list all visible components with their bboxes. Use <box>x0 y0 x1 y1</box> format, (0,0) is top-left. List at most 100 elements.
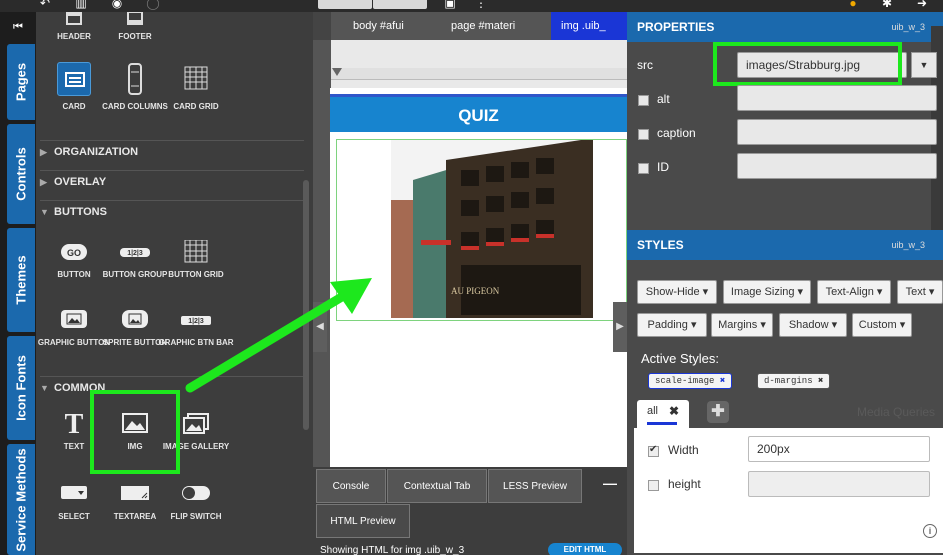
tab-themes[interactable]: Themes <box>7 228 35 332</box>
photo-sign-text: AU PIGEON <box>451 286 500 296</box>
media-tab-all-label: all <box>647 405 659 417</box>
widget-footer[interactable]: FOOTER <box>97 12 173 44</box>
breadcrumb-img[interactable]: img .uib_ <box>551 12 627 40</box>
show-hide-button[interactable]: Show-Hide ▾ <box>637 280 717 304</box>
play-icon[interactable]: ◉ <box>110 0 124 10</box>
add-media-query-icon[interactable]: ✚ <box>707 401 729 423</box>
stop-icon[interactable]: ◯ <box>146 0 160 10</box>
textarea-icon <box>120 482 150 506</box>
section-overlay[interactable]: ▶ OVERLAY <box>40 170 304 192</box>
header-icon <box>59 12 89 26</box>
tab-service-methods[interactable]: Service Methods <box>7 444 35 555</box>
id-checkbox[interactable] <box>638 163 649 174</box>
canvas-left-gutter <box>313 40 331 467</box>
alt-input[interactable] <box>737 85 937 111</box>
id-input[interactable] <box>737 153 937 179</box>
warning-icon[interactable]: ● <box>846 0 860 10</box>
remove-chip-icon[interactable]: ✖ <box>720 376 725 386</box>
collapse-panel-icon[interactable]: ⏮ <box>6 18 30 36</box>
text-icon: T <box>64 409 84 440</box>
section-buttons[interactable]: ▼ BUTTONS <box>40 200 304 222</box>
breadcrumb-page-label: page #materi <box>451 20 516 32</box>
height-checkbox[interactable] <box>648 480 659 491</box>
button-icon: GO <box>59 240 89 264</box>
widget-flip-switch-label: FLIP SWITCH <box>170 512 222 521</box>
vertical-tab-bar: ⏮ Pages Controls Themes Icon Fonts Servi… <box>0 12 36 555</box>
tab-contextual[interactable]: Contextual Tab <box>387 469 487 503</box>
check-icon: ✔ <box>649 444 658 455</box>
text-style-button[interactable]: Text ▾ <box>897 280 943 304</box>
tab-less-preview[interactable]: LESS Preview <box>488 469 582 503</box>
tab-console-label: Console <box>332 481 370 492</box>
svg-text:1|2|3: 1|2|3 <box>127 250 143 257</box>
image-sizing-button[interactable]: Image Sizing ▾ <box>723 280 811 304</box>
section-overlay-label: OVERLAY <box>54 176 107 188</box>
img-widget-highlight <box>90 390 180 474</box>
margins-label: Margins <box>718 319 758 331</box>
breadcrumb-img-label: img .uib_ <box>561 20 606 32</box>
minimize-console-icon[interactable]: — <box>595 475 625 491</box>
styles-header: STYLES uib_w_3 <box>627 230 943 260</box>
media-tab-all[interactable]: all ✖ <box>637 400 689 432</box>
properties-title: PROPERTIES <box>637 20 715 34</box>
settings-icon[interactable]: ✱ <box>880 0 894 10</box>
properties-element-id: uib_w_3 <box>891 22 925 32</box>
top-toolbar: ↶ ▥ ◉ ◯ ▣ ⋮ ● ✱ ➜ <box>0 0 943 12</box>
breadcrumb-body-label: body #afui <box>353 20 404 32</box>
card-grid-icon <box>181 62 211 96</box>
graphic-button-icon <box>59 308 89 332</box>
caption-input[interactable] <box>737 119 937 145</box>
exit-icon[interactable]: ➜ <box>915 0 929 10</box>
button-grid-icon <box>181 239 211 264</box>
tab-service-methods-label: Service Methods <box>13 447 29 552</box>
tab-pages[interactable]: Pages <box>7 44 35 120</box>
chip-scale-image-label: scale-image <box>655 376 715 386</box>
text-align-button[interactable]: Text-Align ▾ <box>817 280 891 304</box>
quiz-header[interactable]: QUIZ <box>330 94 627 132</box>
trash-icon[interactable]: ▥ <box>74 0 88 10</box>
tab-icon-fonts-label: Icon Fonts <box>13 355 29 421</box>
tab-controls[interactable]: Controls <box>7 124 35 224</box>
chip-d-margins[interactable]: d-margins ✖ <box>757 373 831 389</box>
edit-html-button[interactable]: EDIT HTML <box>548 543 622 555</box>
src-dropdown-icon[interactable]: ▼ <box>911 52 937 78</box>
height-input[interactable] <box>748 471 930 497</box>
alt-checkbox[interactable] <box>638 95 649 106</box>
more-icon[interactable]: ⋮ <box>474 0 488 10</box>
margins-button[interactable]: Margins ▾ <box>711 313 773 337</box>
width-input[interactable]: 200px <box>748 436 930 462</box>
widget-flip-switch[interactable]: FLIP SWITCH <box>158 482 234 524</box>
widget-card-grid[interactable]: CARD GRID <box>158 62 234 114</box>
padding-button[interactable]: Padding ▾ <box>637 313 707 337</box>
collapse-right-icon[interactable]: ▶ <box>613 302 627 352</box>
tab-controls-label: Controls <box>13 147 29 201</box>
tab-less-preview-label: LESS Preview <box>503 481 567 492</box>
tab-html-preview[interactable]: HTML Preview <box>316 504 410 538</box>
width-label: Width <box>668 443 699 457</box>
svg-text:GO: GO <box>67 248 81 258</box>
caption-checkbox[interactable] <box>638 129 649 140</box>
shadow-button[interactable]: Shadow ▾ <box>779 313 847 337</box>
custom-button[interactable]: Custom ▾ <box>852 313 912 337</box>
toolbar-field-2[interactable] <box>373 0 427 9</box>
device-icon[interactable]: ▣ <box>443 0 457 10</box>
breadcrumb: body #afui page #materi img .uib_ <box>313 12 627 40</box>
tab-icon-fonts[interactable]: Icon Fonts <box>7 336 35 440</box>
ruler-marker-icon[interactable] <box>332 68 342 76</box>
width-checkbox[interactable]: ✔ <box>648 444 659 457</box>
remove-chip-icon[interactable]: ✖ <box>818 376 823 386</box>
close-tab-icon[interactable]: ✖ <box>669 404 679 418</box>
breadcrumb-page[interactable]: page #materi <box>441 12 515 40</box>
breadcrumb-body[interactable]: body #afui <box>343 12 404 40</box>
toolbar-field-1[interactable] <box>318 0 372 9</box>
strasbourg-photo[interactable]: AU PIGEON <box>391 140 593 318</box>
chip-scale-image[interactable]: scale-image ✖ <box>648 373 733 389</box>
section-organization[interactable]: ▶ ORGANIZATION <box>40 140 304 162</box>
ruler <box>331 68 627 80</box>
tab-console[interactable]: Console <box>316 469 386 503</box>
info-icon[interactable]: i <box>923 524 937 538</box>
image-gallery-icon <box>181 412 211 436</box>
undo-icon[interactable]: ↶ <box>38 0 52 10</box>
console-bar: Console Contextual Tab LESS Preview — HT… <box>313 467 627 555</box>
height-label: height <box>668 477 701 491</box>
